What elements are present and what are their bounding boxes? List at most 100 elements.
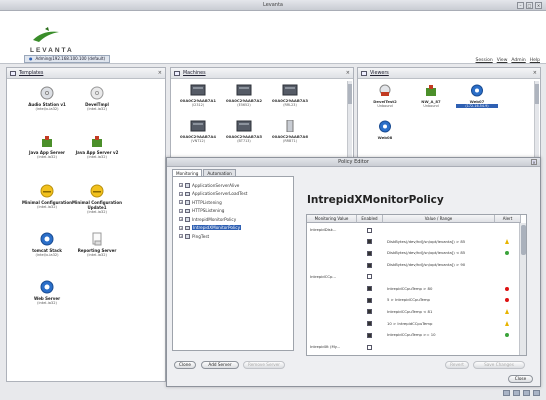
range-expression[interactable]: IntrepidCCpuTemp < 81 — [387, 307, 432, 317]
expand-icon[interactable]: + — [179, 225, 183, 230]
enabled-checkbox[interactable] — [367, 239, 372, 245]
warning-icon — [505, 320, 509, 326]
menu-admin[interactable]: Admin — [511, 58, 525, 63]
close-icon[interactable]: × — [346, 70, 350, 76]
range-expression[interactable]: IntrepidCCpuTemp > 80 — [387, 284, 432, 294]
viewer-item[interactable]: DevelTest2 Unbound — [364, 84, 406, 108]
tray-icon[interactable] — [523, 390, 530, 396]
revert-button[interactable]: Revert — [445, 361, 469, 369]
close-icon[interactable]: × — [533, 70, 537, 76]
viewer-item-selected[interactable]: Web07 (172.16.54.9) — [456, 84, 498, 108]
enabled-checkbox[interactable] — [367, 286, 372, 291]
server-icon — [282, 84, 298, 96]
machine-item[interactable]: 00A0C29AAB7A1 (i2312) — [177, 84, 219, 107]
col-enabled[interactable]: Enabled — [357, 215, 383, 223]
policy-row[interactable]: 10 > IntrepidCCpuTemp — [307, 319, 519, 329]
menu-session[interactable]: Session — [476, 58, 493, 63]
policy-row[interactable]: DiskBytes(/dev/hd[/sn/opt/levanta]) < 85 — [307, 248, 519, 258]
clone-button[interactable]: Clone — [174, 361, 196, 369]
enabled-checkbox[interactable] — [367, 332, 372, 338]
enabled-checkbox[interactable] — [367, 321, 372, 327]
policy-row[interactable]: IntrepidCCpuTemp < 81 — [307, 307, 519, 317]
viewer-item[interactable]: Web08 — [364, 120, 406, 140]
expand-icon[interactable]: + — [179, 234, 183, 239]
menu-view[interactable]: View — [497, 58, 508, 63]
scrollbar-thumb[interactable] — [348, 84, 352, 104]
add-server-button[interactable]: Add Server — [201, 361, 239, 369]
col-value-range[interactable]: Value / Range — [383, 215, 495, 223]
viewer-item[interactable]: NW_A_87 Unbound — [410, 84, 452, 108]
close-icon[interactable]: × — [158, 70, 162, 76]
tree-item[interactable]: + ApplicationServerAlive — [173, 181, 293, 190]
expand-icon[interactable]: + — [179, 217, 183, 222]
enabled-checkbox[interactable] — [367, 227, 372, 233]
tree-item-selected[interactable]: + IntrepidXMonitorPolicy — [173, 224, 293, 233]
template-item[interactable]: Reporting Server (intel-ia32) — [69, 232, 125, 258]
template-item[interactable]: Minimal Configuration (intel-ia32) — [19, 184, 75, 210]
machines-scrollbar[interactable] — [347, 81, 352, 159]
tree-item[interactable]: + ApplicationServerLoadTest — [173, 190, 293, 199]
close-window-button[interactable]: × — [535, 2, 542, 9]
maximize-button[interactable]: □ — [526, 2, 533, 9]
policy-row[interactable]: IntrepidDisk... — [307, 225, 519, 235]
policy-row[interactable]: IntrepidXt (My... — [307, 342, 519, 352]
template-item[interactable]: DevelTmpl (intel-ia32) — [69, 86, 125, 112]
policy-row[interactable]: DiskBytes(/dev/hd[/sn/opt/levanta]) > 90 — [307, 260, 519, 270]
templates-header: Templates × — [7, 68, 165, 79]
tray-icon[interactable] — [533, 390, 540, 396]
menu-help[interactable]: Help — [530, 58, 540, 63]
minimize-button[interactable]: – — [517, 2, 524, 9]
col-alert[interactable]: Alert — [495, 215, 521, 223]
expand-icon[interactable]: + — [179, 208, 183, 213]
enabled-checkbox[interactable] — [367, 250, 372, 256]
template-item[interactable]: tomcat Stack (intel/x-ia32) — [19, 232, 75, 258]
machine-item[interactable]: 00A0C29AAB7A5 (BT713) — [223, 120, 265, 143]
template-item[interactable]: Web Server (intel-ia32) — [19, 280, 75, 306]
range-expression[interactable]: DiskBytes(/dev/hd[/sn/opt/levanta]) > 90 — [387, 260, 465, 270]
enabled-checkbox[interactable] — [367, 309, 372, 315]
viewers-scrollbar[interactable] — [534, 81, 539, 159]
expand-icon[interactable]: + — [179, 183, 183, 188]
session-tab[interactable]: ● Admin@192.168.100.100 (default) — [24, 55, 111, 63]
template-item[interactable]: Java App Server v2 (intel-ia32) — [69, 134, 125, 160]
range-expression[interactable]: DiskBytes(/dev/hd[/sn/opt/levanta]) > 85 — [387, 237, 465, 247]
range-expression[interactable]: IntrepidCCpuTemp >= 10 — [387, 330, 436, 340]
table-scrollbar[interactable] — [519, 223, 526, 355]
enabled-checkbox[interactable] — [367, 297, 372, 303]
enabled-checkbox[interactable] — [367, 274, 372, 280]
machines-icon — [174, 70, 180, 76]
remove-server-button[interactable]: Remove Server — [243, 361, 285, 369]
range-expression[interactable]: 10 > IntrepidCCpuTemp — [387, 319, 432, 329]
tray-icon[interactable] — [513, 390, 520, 396]
tree-item-label: IntrepidMonitorPolicy — [192, 216, 237, 222]
scrollbar-thumb[interactable] — [535, 84, 539, 104]
close-button[interactable]: Close — [508, 375, 533, 383]
machine-item[interactable]: 00A0C29AAB7A4 (VNT12) — [177, 120, 219, 143]
tree-item[interactable]: + HTTPSListening — [173, 207, 293, 216]
policy-row[interactable]: IntrepidCCp... — [307, 272, 519, 282]
enabled-checkbox[interactable] — [367, 262, 372, 268]
tray-icon[interactable] — [503, 390, 510, 396]
scrollbar-thumb[interactable] — [521, 225, 526, 255]
range-expression[interactable]: DiskBytes(/dev/hd[/sn/opt/levanta]) < 85 — [387, 248, 465, 258]
expand-icon[interactable]: + — [179, 200, 183, 205]
machine-item[interactable]: 00A0C29AAB7A3 (RRL23) — [269, 84, 311, 107]
policy-row[interactable]: IntrepidCCpuTemp > 80 — [307, 284, 519, 294]
machine-item[interactable]: 00A0C29AAB7A2 (E5652) — [223, 84, 265, 107]
machine-item[interactable]: 00A0C29AAB7A6 (RRB71) — [269, 119, 311, 143]
template-item[interactable]: Minimal Configuration Update1 (intel-ia3… — [69, 184, 125, 215]
policy-row[interactable]: DiskBytes(/dev/hd[/sn/opt/levanta]) > 85 — [307, 237, 519, 247]
policy-row[interactable]: 5 > IntrepidCCpuTemp — [307, 295, 519, 305]
col-monitoring-value[interactable]: Monitoring Value — [307, 215, 357, 223]
tree-item[interactable]: + HTTPListening — [173, 198, 293, 207]
policy-row[interactable]: IntrepidCCpuTemp >= 10 — [307, 330, 519, 340]
range-expression[interactable]: 5 > IntrepidCCpuTemp — [387, 295, 430, 305]
template-item[interactable]: Audio Station v1 (intel/x-ia32) — [19, 86, 75, 112]
save-changes-button[interactable]: Save Changes — [473, 361, 525, 369]
dialog-close-icon[interactable]: × — [531, 159, 537, 165]
template-item[interactable]: Java App Server (intel-ia32) — [19, 134, 75, 160]
expand-icon[interactable]: + — [179, 191, 183, 196]
tree-item[interactable]: + PingTest — [173, 232, 293, 241]
enabled-checkbox[interactable] — [367, 344, 372, 350]
tree-item[interactable]: + IntrepidMonitorPolicy — [173, 215, 293, 224]
